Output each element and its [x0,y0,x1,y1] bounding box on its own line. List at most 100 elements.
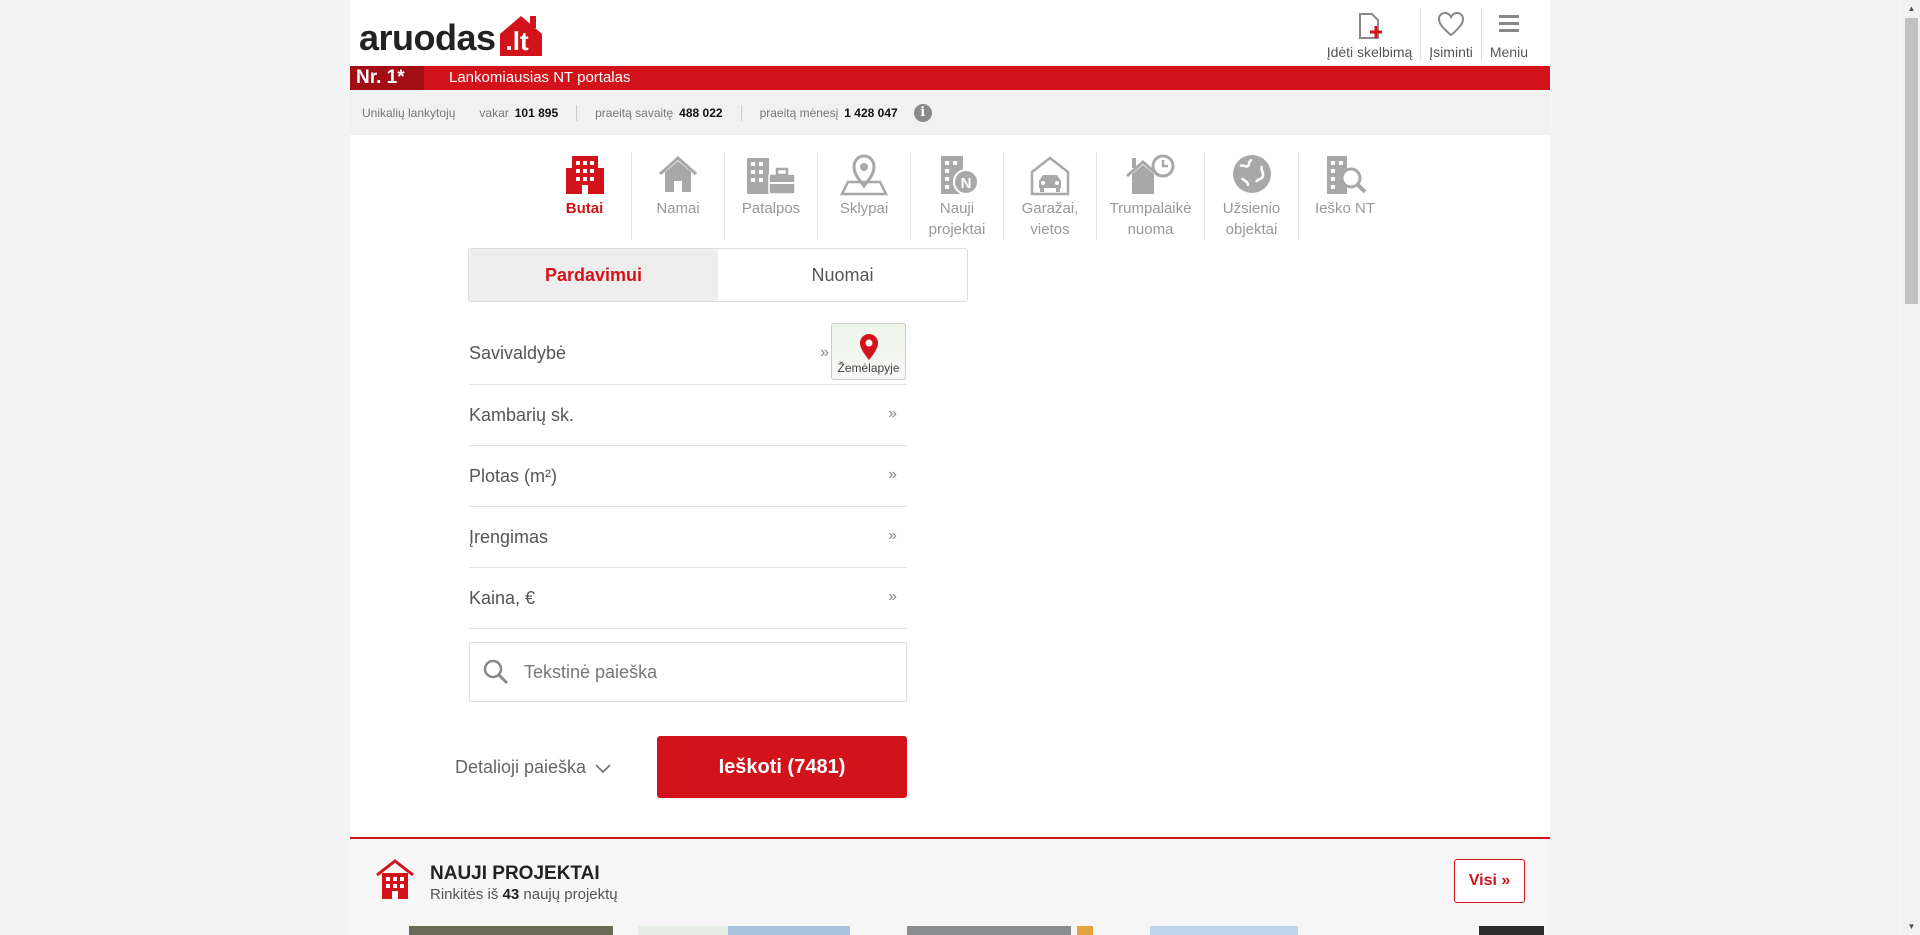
new-project-building-icon: N [933,152,981,196]
category-label: Ieško NT [1314,200,1375,217]
category-nav: Butai Namai Patalpos Sklypai N Nauji pro… [538,152,1391,240]
category-label: Užsienio objektai [1222,200,1281,238]
project-thumbnail[interactable] [638,926,728,935]
rooms-filter[interactable]: Kambarių sk. » [469,385,907,446]
add-listing-label: Įdėti skelbimą [1326,44,1413,60]
remember-label: Įsiminti [1429,44,1473,60]
project-thumbnail[interactable] [728,926,850,935]
category-label: Patalpos [741,200,801,217]
category-uzsienio-objektai[interactable]: Užsienio objektai [1204,152,1298,240]
stats-week-label: praeitą savaitę [595,105,674,120]
map-button-label: Žemėlapyje [837,361,900,375]
category-label: Garažai, vietos [1021,200,1079,238]
tab-rent[interactable]: Nuomai [718,249,967,301]
search-button[interactable]: Ieškoti (7481) [657,736,907,798]
project-thumbnail[interactable] [1077,926,1093,935]
category-label: Trumpalaikė nuoma [1109,200,1192,238]
logo-tld: .lt [505,26,529,56]
building-search-icon [1321,152,1369,196]
deal-type-tabs: Pardavimui Nuomai [468,248,968,302]
logo-word: aruodas [359,17,496,58]
stats-yesterday-label: vakar [479,105,509,120]
page-scrollbar[interactable]: ▲ ▼ [1903,0,1920,935]
stats-yesterday-value: 101 895 [514,105,559,120]
category-nauji-projektai[interactable]: N Nauji projektai [910,152,1003,240]
category-label: Butai [565,200,604,217]
category-namai[interactable]: Namai [631,152,724,240]
new-projects-section: NAUJI PROJEKTAI Rinkitės iš 43 naujų pro… [350,837,1550,935]
project-thumbnail[interactable] [907,926,1071,935]
apartment-building-icon [563,152,607,196]
add-listing-button[interactable]: Įdėti skelbimą [1319,8,1421,60]
scroll-up-icon[interactable]: ▲ [1903,0,1920,17]
project-count: 43 [502,886,520,903]
stats-label: Unikalių lankytojų [362,105,456,120]
project-thumbnail[interactable] [409,926,613,935]
filter-label: Savivaldybė [469,343,567,363]
globe-icon [1230,152,1274,196]
category-garazai[interactable]: Garažai, vietos [1003,152,1096,240]
category-label: Nauji projektai [928,200,986,238]
menu-button[interactable]: Meniu [1480,8,1536,60]
scroll-thumb[interactable] [1905,18,1918,304]
logo-house-icon: .lt [498,12,544,56]
filter-label: Kambarių sk. [469,404,575,425]
category-patalpos[interactable]: Patalpos [724,152,817,240]
chevron-right-icon: » [888,588,897,606]
menu-label: Meniu [1489,44,1528,60]
new-projects-icon [376,859,414,899]
filter-label: Įrengimas [469,526,549,547]
section-title: NAUJI PROJEKTAI [430,863,600,884]
site-logo[interactable]: aruodas .lt [359,12,544,56]
promo-banner: Nr. 1* Lankomiausias NT portalas [350,66,1550,90]
detailed-search-toggle[interactable]: Detalioji paieška [455,757,612,778]
page-container: aruodas .lt Įdėti skelbimą Įsiminti Meni… [350,0,1550,935]
search-icon [483,659,509,685]
hamburger-icon [1498,15,1519,32]
fitting-filter[interactable]: Įrengimas » [469,507,907,568]
text-search-input[interactable] [524,661,884,683]
tab-sale[interactable]: Pardavimui [469,249,718,301]
category-label: Sklypai [839,200,889,217]
area-filter[interactable]: Plotas (m²) » [469,446,907,507]
chevron-right-icon: » [888,466,897,484]
site-header: aruodas .lt Įdėti skelbimą Įsiminti Meni… [350,0,1550,66]
stats-divider [576,104,578,121]
view-all-button[interactable]: Visi » [1454,859,1525,903]
stats-month-value: 1 428 047 [844,105,898,120]
section-subtitle: Rinkitės iš 43 naujų projektų [430,886,618,903]
header-actions: Įdėti skelbimą Įsiminti Meniu [1319,8,1536,60]
svg-text:N: N [961,175,972,192]
detailed-search-label: Detalioji paieška [455,757,587,777]
category-butai[interactable]: Butai [538,152,631,240]
map-button[interactable]: Žemėlapyje [831,323,906,380]
category-iesko-nt[interactable]: Ieško NT [1298,152,1391,240]
municipality-filter[interactable]: Savivaldybė » [469,323,829,384]
subtitle-prefix: Rinkitės iš [430,886,499,903]
house-clock-icon [1123,152,1179,196]
price-filter[interactable]: Kaina, € » [469,568,907,629]
remember-button[interactable]: Įsiminti [1420,8,1481,60]
info-icon[interactable]: i [913,103,932,122]
category-trumpalaike-nuoma[interactable]: Trumpalaikė nuoma [1096,152,1204,240]
scroll-down-icon[interactable]: ▼ [1903,918,1920,935]
stats-month-label: praeitą mėnesį [759,105,839,120]
chevron-right-icon: » [820,343,829,361]
chevron-down-icon [595,763,611,773]
add-document-icon [1358,13,1382,39]
project-thumbnails [364,926,1544,935]
chevron-right-icon: » [888,527,897,545]
house-icon [656,152,700,196]
garage-car-icon [1028,152,1072,196]
filter-label: Kaina, € [469,587,536,608]
stats-divider [740,104,742,121]
heart-icon [1438,11,1465,37]
category-sklypai[interactable]: Sklypai [817,152,910,240]
slogan-text: Lankomiausias NT portalas [449,69,631,86]
office-briefcase-icon [743,152,799,196]
land-plot-pin-icon [840,152,888,196]
map-pin-icon [859,334,878,360]
project-thumbnail[interactable] [1150,926,1298,935]
project-thumbnail[interactable] [1479,926,1544,935]
subtitle-suffix: naujų projektų [523,886,618,903]
